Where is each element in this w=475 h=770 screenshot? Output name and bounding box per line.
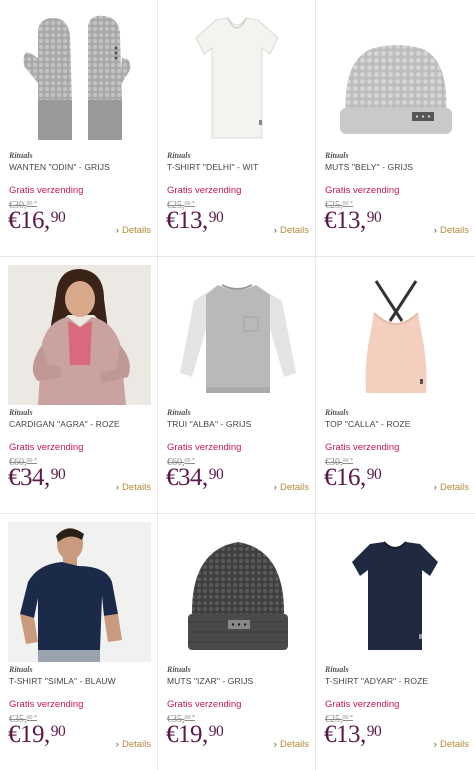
shipping-note: Gratis verzending xyxy=(167,185,242,196)
details-link[interactable]: › Details xyxy=(116,225,151,236)
details-link[interactable]: › Details xyxy=(434,739,469,750)
product-name[interactable]: T-SHIRT "ADYAR" - ROZE xyxy=(325,676,428,686)
shipping-note: Gratis verzending xyxy=(9,185,84,196)
chevron-right-icon: › xyxy=(433,739,437,750)
product-name[interactable]: TOP "CALLA" - ROZE xyxy=(325,419,410,429)
product-name[interactable]: WANTEN "ODIN" - GRIJS xyxy=(9,162,110,172)
chevron-right-icon: › xyxy=(115,225,119,236)
product-card[interactable]: Rituals T-SHIRT "DELHI" - WIT Gratis ver… xyxy=(158,0,315,256)
product-image[interactable] xyxy=(166,8,309,148)
sale-price: €16,90 xyxy=(324,464,382,491)
shipping-note: Gratis verzending xyxy=(9,442,84,453)
product-brand: Rituals xyxy=(325,408,349,417)
shipping-note: Gratis verzending xyxy=(325,185,400,196)
product-brand: Rituals xyxy=(167,408,191,417)
product-name[interactable]: CARDIGAN "AGRA" - ROZE xyxy=(9,419,120,429)
details-link[interactable]: › Details xyxy=(274,739,309,750)
product-name[interactable]: MUTS "IZAR" - GRIJS xyxy=(167,676,253,686)
details-link[interactable]: › Details xyxy=(274,482,309,493)
shipping-note: Gratis verzending xyxy=(167,699,242,710)
details-link[interactable]: › Details xyxy=(434,482,469,493)
product-image[interactable] xyxy=(8,522,151,662)
product-card[interactable]: Rituals MUTS "BELY" - GRIJS Gratis verze… xyxy=(316,0,475,256)
product-card[interactable]: Rituals CARDIGAN "AGRA" - ROZE Gratis ve… xyxy=(0,257,157,513)
product-card[interactable]: Rituals T-SHIRT "SIMLA" - BLAUW Gratis v… xyxy=(0,514,157,770)
sale-price: €13,90 xyxy=(324,721,382,748)
details-link[interactable]: › Details xyxy=(116,482,151,493)
product-image[interactable] xyxy=(166,522,309,662)
chevron-right-icon: › xyxy=(433,482,437,493)
product-name[interactable]: T-SHIRT "DELHI" - WIT xyxy=(167,162,258,172)
product-card[interactable]: Rituals T-SHIRT "ADYAR" - ROZE Gratis ve… xyxy=(316,514,475,770)
product-card[interactable]: Rituals TOP "CALLA" - ROZE Gratis verzen… xyxy=(316,257,475,513)
details-link[interactable]: › Details xyxy=(434,225,469,236)
chevron-right-icon: › xyxy=(273,225,277,236)
sale-price: €34,90 xyxy=(8,464,66,491)
details-link[interactable]: › Details xyxy=(116,739,151,750)
product-image[interactable] xyxy=(8,265,151,405)
product-name[interactable]: T-SHIRT "SIMLA" - BLAUW xyxy=(9,676,116,686)
product-brand: Rituals xyxy=(325,151,349,160)
shipping-note: Gratis verzending xyxy=(167,442,242,453)
product-name[interactable]: TRUI "ALBA" - GRIJS xyxy=(167,419,251,429)
sale-price: €16,90 xyxy=(8,207,66,234)
product-name[interactable]: MUTS "BELY" - GRIJS xyxy=(325,162,413,172)
sale-price: €13,90 xyxy=(166,207,224,234)
product-brand: Rituals xyxy=(167,665,191,674)
sale-price: €34,90 xyxy=(166,464,224,491)
product-card[interactable]: Rituals MUTS "IZAR" - GRIJS Gratis verze… xyxy=(158,514,315,770)
product-image[interactable] xyxy=(324,522,467,662)
product-brand: Rituals xyxy=(167,151,191,160)
chevron-right-icon: › xyxy=(273,739,277,750)
sale-price: €13,90 xyxy=(324,207,382,234)
shipping-note: Gratis verzending xyxy=(9,699,84,710)
product-image[interactable] xyxy=(166,265,309,405)
product-card[interactable]: Rituals WANTEN "ODIN" - GRIJS Gratis ver… xyxy=(0,0,157,256)
chevron-right-icon: › xyxy=(273,482,277,493)
product-image[interactable] xyxy=(8,8,151,148)
sale-price: €19,90 xyxy=(8,721,66,748)
product-card[interactable]: Rituals TRUI "ALBA" - GRIJS Gratis verze… xyxy=(158,257,315,513)
chevron-right-icon: › xyxy=(115,739,119,750)
chevron-right-icon: › xyxy=(433,225,437,236)
product-brand: Rituals xyxy=(9,665,33,674)
product-brand: Rituals xyxy=(9,151,33,160)
product-image[interactable] xyxy=(324,8,467,148)
product-brand: Rituals xyxy=(9,408,33,417)
product-grid: Rituals WANTEN "ODIN" - GRIJS Gratis ver… xyxy=(0,0,475,770)
chevron-right-icon: › xyxy=(115,482,119,493)
details-link[interactable]: › Details xyxy=(274,225,309,236)
shipping-note: Gratis verzending xyxy=(325,442,400,453)
product-brand: Rituals xyxy=(325,665,349,674)
product-image[interactable] xyxy=(324,265,467,405)
sale-price: €19,90 xyxy=(166,721,224,748)
shipping-note: Gratis verzending xyxy=(325,699,400,710)
